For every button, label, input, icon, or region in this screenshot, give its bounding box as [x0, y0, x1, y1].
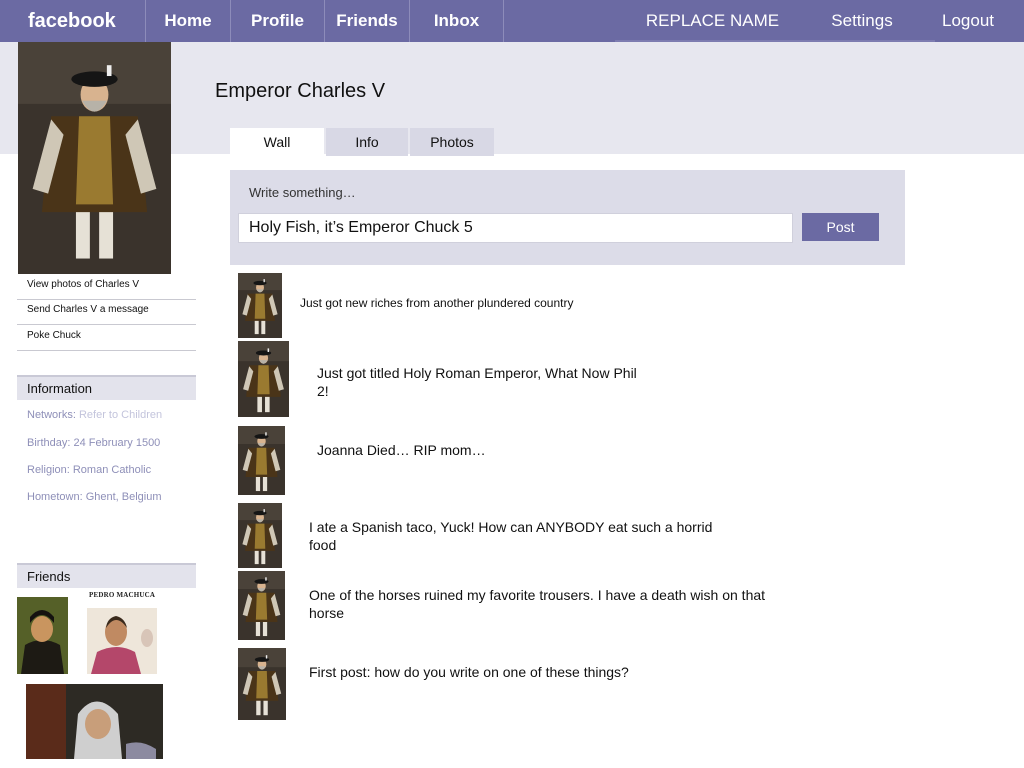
post-avatar-image — [238, 426, 285, 495]
tab-info[interactable]: Info — [326, 128, 408, 156]
friend-portrait-image — [26, 684, 163, 759]
post-avatar[interactable] — [238, 571, 285, 640]
info-religion: Religion: Roman Catholic — [27, 464, 152, 476]
info-networks-label: Networks — [27, 409, 73, 421]
nav-inbox-link[interactable]: Inbox — [410, 0, 503, 42]
post-avatar[interactable] — [238, 648, 286, 720]
post-text: One of the horses ruined my favorite tro… — [309, 587, 766, 621]
friend-photo[interactable] — [87, 608, 157, 674]
profile-portrait-image — [18, 42, 171, 274]
post-text: Joanna Died… RIP mom… — [317, 442, 486, 458]
nav-home-link[interactable]: Home — [146, 0, 230, 42]
poke-link[interactable]: Poke Chuck — [17, 325, 196, 351]
facebook-logo[interactable]: facebook — [28, 0, 116, 42]
friend-photo[interactable] — [26, 684, 163, 759]
info-networks-value: Refer to Children — [78, 409, 163, 421]
profile-name-heading: Emperor Charles V — [215, 80, 386, 102]
nav-settings-link[interactable]: Settings — [818, 0, 906, 42]
friend-photo[interactable] — [17, 597, 68, 674]
friend-name-caption: PEDRO MACHUCA — [89, 591, 156, 599]
info-hometown: Hometown: Ghent, Belgium — [27, 491, 162, 503]
tab-wall[interactable]: Wall — [230, 128, 324, 156]
send-message-link[interactable]: Send Charles V a message — [17, 299, 196, 325]
post-avatar[interactable] — [238, 341, 289, 417]
composer-label: Write something… — [249, 185, 356, 200]
nav-logout-link[interactable]: Logout — [928, 0, 1008, 42]
info-birthday: Birthday: 24 February 1500 — [27, 437, 161, 449]
tab-photos[interactable]: Photos — [410, 128, 494, 156]
post-avatar-image — [238, 273, 282, 338]
post-text: Just got new riches from another plunder… — [300, 296, 574, 310]
view-photos-link[interactable]: View photos of Charles V — [17, 274, 196, 300]
post-avatar[interactable] — [238, 426, 285, 495]
post-text: I ate a Spanish taco, Yuck! How can ANYB… — [309, 519, 713, 553]
info-networks: Networks: Refer to Children — [27, 409, 163, 421]
post-button[interactable]: Post — [802, 213, 879, 241]
profile-photo[interactable] — [18, 42, 171, 274]
friend-portrait-image — [87, 608, 157, 674]
post-avatar[interactable] — [238, 503, 282, 568]
composer-input[interactable]: Holy Fish, it’s Emperor Chuck 5 — [238, 213, 793, 243]
nav-user-name-link[interactable]: REPLACE NAME — [630, 0, 795, 42]
wall-composer: Write something… Holy Fish, it’s Emperor… — [230, 170, 905, 265]
post-text: First post: how do you write on one of t… — [309, 664, 629, 680]
nav-profile-link[interactable]: Profile — [231, 0, 324, 42]
post-avatar-image — [238, 341, 289, 417]
top-nav-bar: facebook Home Profile Friends Inbox REPL… — [0, 0, 1024, 42]
information-header: Information — [17, 375, 196, 400]
nav-friends-link[interactable]: Friends — [325, 0, 409, 42]
post-avatar-image — [238, 571, 285, 640]
post-text: Just got titled Holy Roman Emperor, What… — [317, 365, 637, 399]
post-avatar[interactable] — [238, 273, 282, 338]
friends-header: Friends — [17, 563, 196, 588]
post-avatar-image — [238, 503, 282, 568]
friend-portrait-image — [17, 597, 68, 674]
post-avatar-image — [238, 648, 286, 720]
nav-divider — [503, 0, 504, 42]
